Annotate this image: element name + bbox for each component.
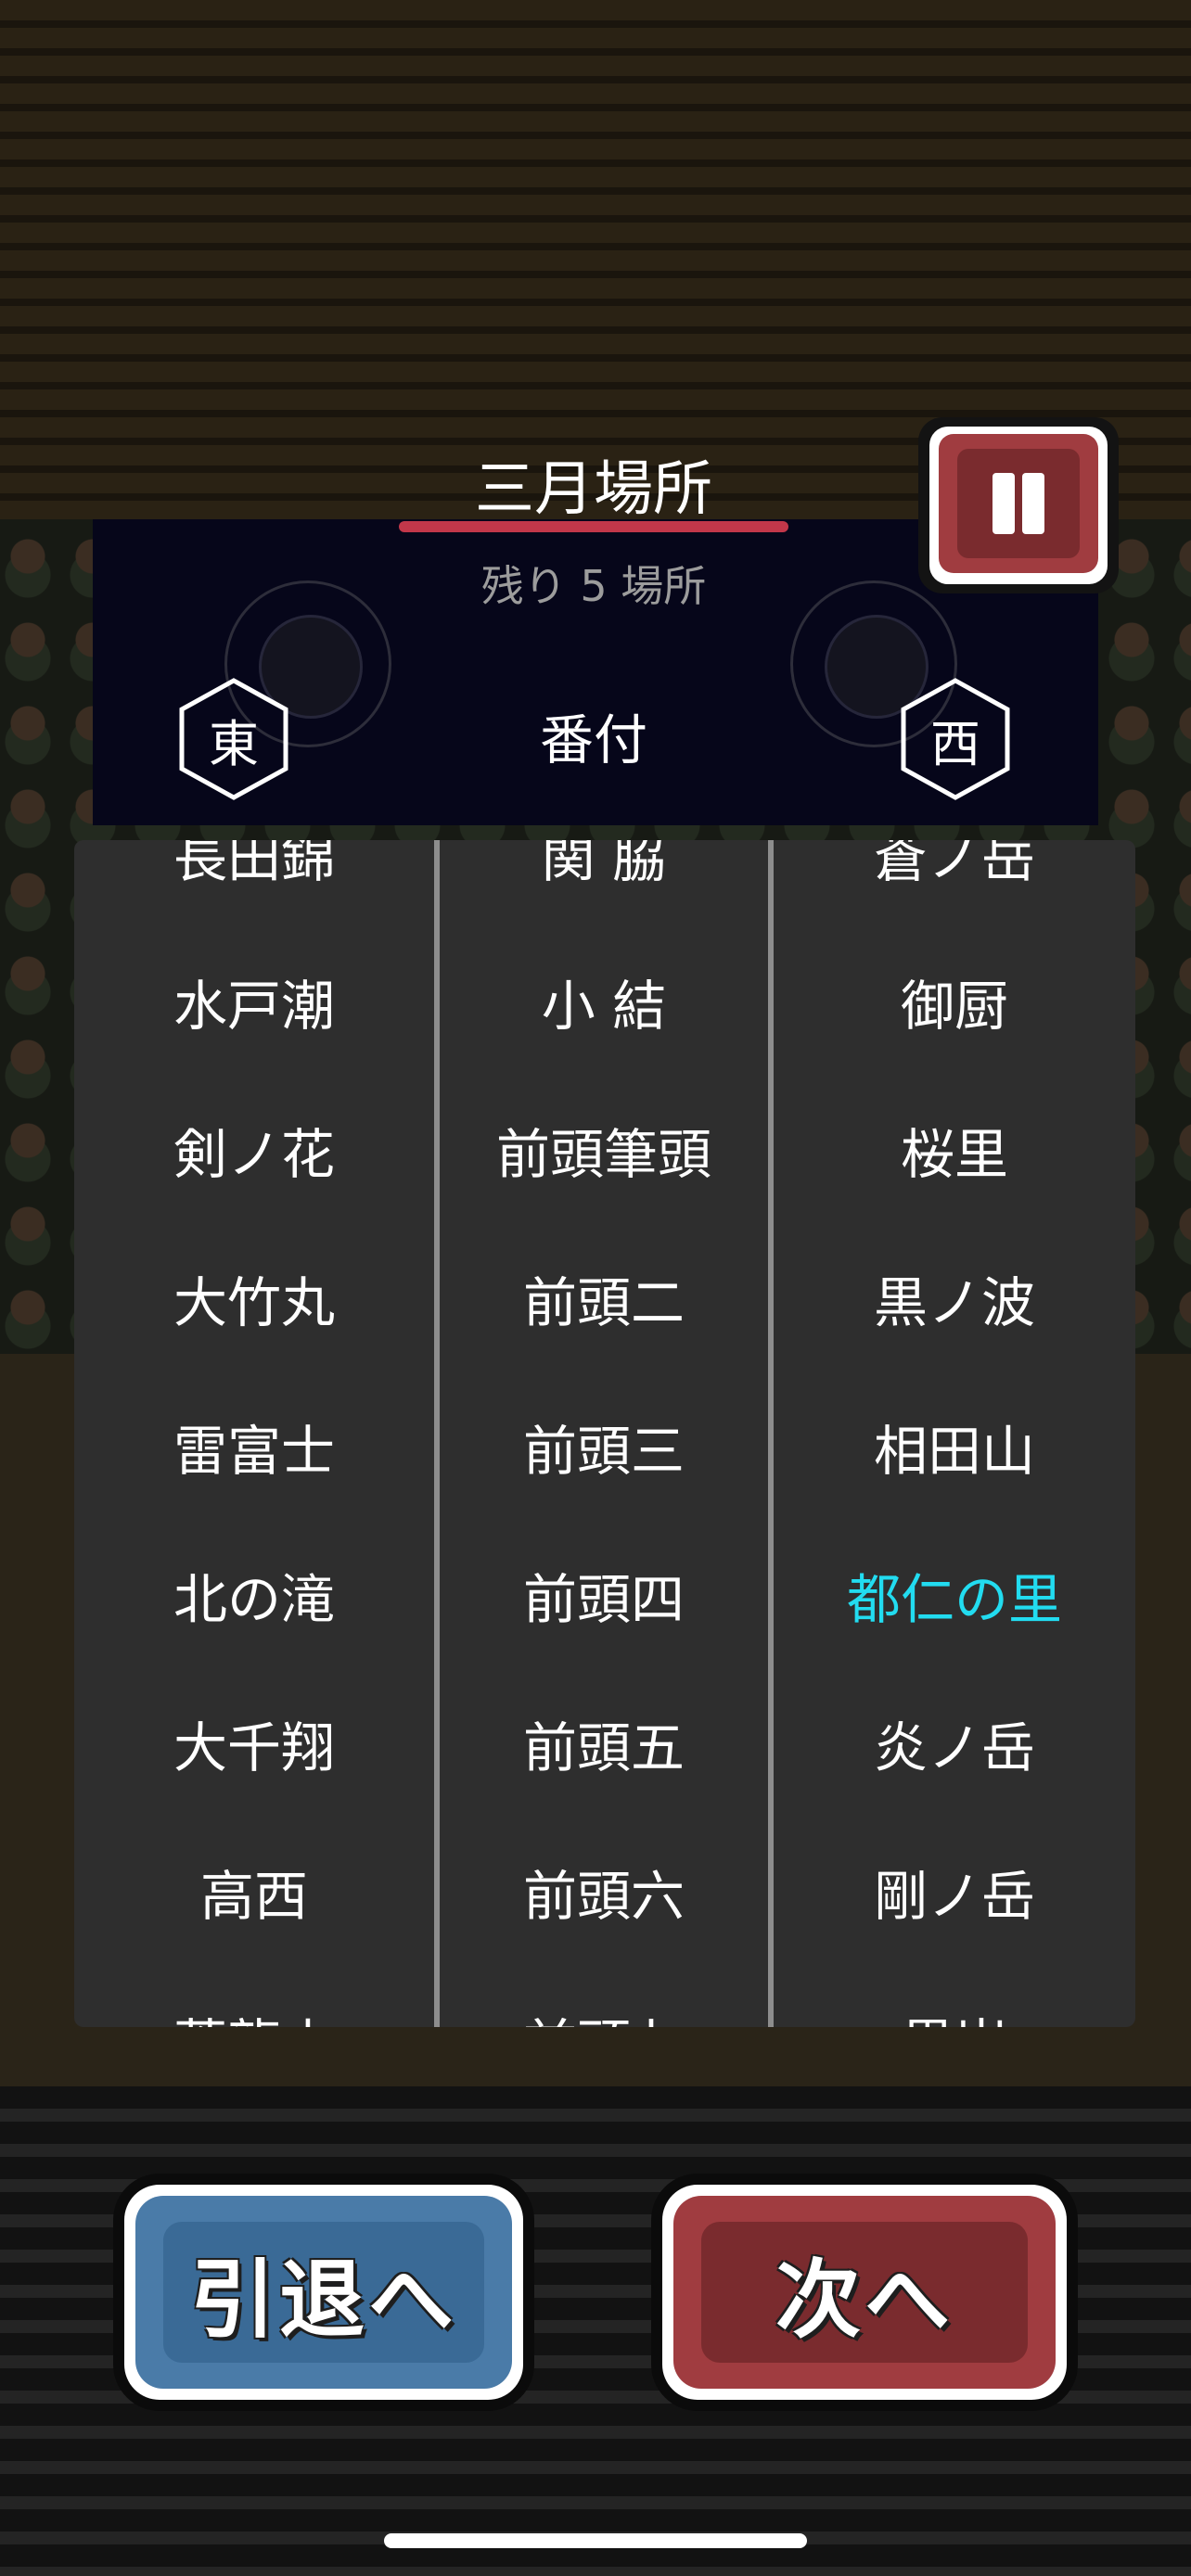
rank-cell: 前頭三 xyxy=(522,1420,685,1483)
rank-cell: 前頭七 xyxy=(440,1966,768,2027)
next-button[interactable]: 次へ xyxy=(662,2185,1067,2400)
rank-cell: 前頭五 xyxy=(522,1716,685,1779)
rikishi-east: 高西 xyxy=(199,1865,308,1928)
rikishi-east: 大竹丸 xyxy=(173,1271,335,1334)
rikishi-west: 御厨 xyxy=(900,975,1008,1038)
pause-icon xyxy=(939,434,1098,573)
rank-cell: 関 脇 xyxy=(541,840,667,889)
rank-column: 関 脇小 結前頭筆頭前頭二前頭三前頭四前頭五前頭六前頭七 xyxy=(440,840,768,2027)
east-hexagon-badge: 東 xyxy=(176,677,291,801)
banzuke-table[interactable]: 長田錦水戸潮剣ノ花大竹丸雷富士北の滝大千翔高西蒼龍山 関 脇小 結前頭筆頭前頭二… xyxy=(74,840,1135,2027)
home-indicator[interactable] xyxy=(384,2533,807,2548)
rank-cell: 前頭筆頭 xyxy=(495,1123,711,1186)
retire-button-label: 引退へ xyxy=(189,2250,457,2350)
rikishi-west: 黒岩 xyxy=(774,1966,1135,2027)
west-column: 蒼ノ岳御厨桜里黒ノ波相田山都仁の里炎ノ岳剛ノ岳黒岩 xyxy=(774,840,1135,2027)
page-title: 三月場所 xyxy=(475,455,712,524)
retire-button[interactable]: 引退へ xyxy=(124,2185,523,2400)
remaining-tournaments: 残り 5 場所 xyxy=(480,561,707,611)
rikishi-east: 北の滝 xyxy=(173,1568,335,1631)
rikishi-west: 黒ノ波 xyxy=(873,1271,1035,1334)
next-button-label: 次へ xyxy=(775,2250,954,2350)
west-hexagon-badge: 西 xyxy=(898,677,1013,801)
rikishi-east: 大千翔 xyxy=(173,1716,335,1779)
rank-cell: 小 結 xyxy=(541,975,667,1038)
rikishi-east: 剣ノ花 xyxy=(173,1123,335,1186)
rikishi-west: 相田山 xyxy=(873,1420,1035,1483)
east-column: 長田錦水戸潮剣ノ花大竹丸雷富士北の滝大千翔高西蒼龍山 xyxy=(74,840,434,2027)
rikishi-west: 炎ノ岳 xyxy=(873,1716,1035,1779)
rikishi-west: 蒼ノ岳 xyxy=(873,840,1035,889)
pause-button[interactable] xyxy=(918,417,1119,593)
rank-cell: 前頭二 xyxy=(522,1271,685,1334)
rikishi-west: 都仁の里 xyxy=(846,1568,1062,1631)
rikishi-east: 雷富士 xyxy=(173,1420,335,1483)
east-label: 東 xyxy=(209,714,259,773)
rikishi-east: 蒼龍山 xyxy=(74,1966,434,2027)
rank-cell: 前頭四 xyxy=(522,1568,685,1631)
rikishi-east: 水戸潮 xyxy=(173,975,335,1038)
rank-column-header: 番付 xyxy=(539,708,647,772)
rikishi-east: 長田錦 xyxy=(173,840,335,889)
rikishi-west: 桜里 xyxy=(900,1123,1008,1186)
west-label: 西 xyxy=(930,714,980,773)
title-underline xyxy=(399,521,788,532)
rank-cell: 前頭六 xyxy=(522,1865,685,1928)
rikishi-west: 剛ノ岳 xyxy=(873,1865,1035,1928)
